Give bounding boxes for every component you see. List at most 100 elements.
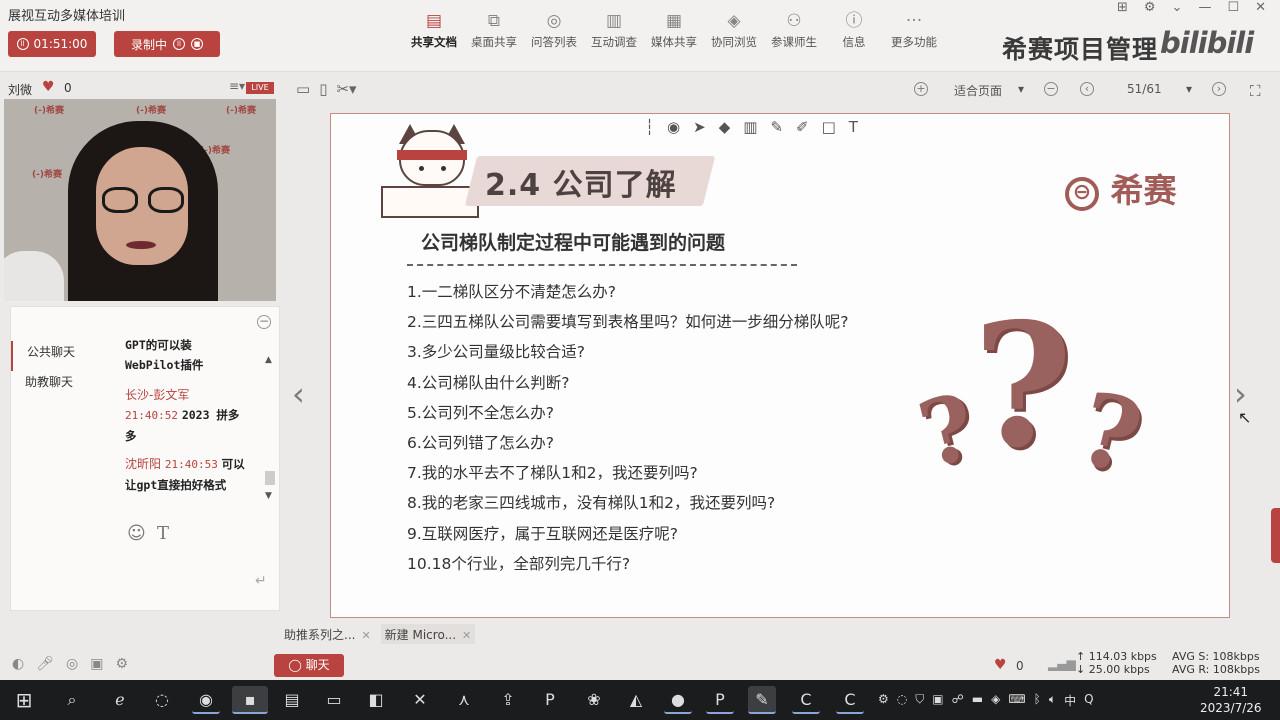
cloud-app-icon[interactable]: ❀	[580, 686, 608, 714]
tool-share-doc[interactable]: ▤ 共享文档	[404, 8, 464, 50]
menu-icon[interactable]: ≡▾	[229, 79, 245, 93]
bluetooth-icon[interactable]: ᛒ	[1034, 692, 1041, 709]
recording-button[interactable]: 录制中 ll ■	[114, 31, 220, 57]
upload-app-icon[interactable]: ⇪	[494, 686, 522, 714]
tool-poll[interactable]: ▥ 互动调查	[584, 8, 644, 50]
network-icon[interactable]: ☍	[952, 692, 964, 709]
tab-public-chat[interactable]: 公共聊天	[11, 341, 111, 371]
file-tabs: 助推系列之... ✕ 新建 Micro... ✕	[280, 624, 481, 644]
pin-icon[interactable]: ⌄	[1172, 0, 1183, 15]
fit-page-select[interactable]: 适合页面	[954, 82, 1002, 99]
search-icon[interactable]: ⌕	[58, 686, 86, 714]
timer-button[interactable]: ll 01:51:00	[8, 31, 96, 57]
maximize-icon[interactable]: ☐	[1227, 0, 1239, 15]
scroll-down-icon[interactable]: ▼	[265, 491, 272, 501]
windows-start-icon[interactable]: ⊞	[10, 686, 38, 714]
file-tab-active[interactable]: 新建 Micro... ✕	[380, 624, 476, 644]
page-dropdown-icon[interactable]: ▾	[1186, 82, 1192, 96]
tool-more[interactable]: ··· 更多功能	[884, 8, 944, 50]
tool-info[interactable]: ⓘ 信息	[824, 8, 884, 50]
pause-record-icon[interactable]: ll	[173, 38, 185, 50]
bandwidth-stats: ↑ 114.03 kbps ↓ 25.00 kbps	[1076, 650, 1157, 676]
clear-icon[interactable]: ▥	[743, 118, 757, 136]
folder-icon[interactable]: ▭	[296, 80, 310, 98]
powerpoint-icon[interactable]: P	[706, 686, 734, 714]
scissors-icon[interactable]: ✂▾	[336, 80, 356, 98]
keyboard-icon[interactable]: ⌨	[1008, 692, 1025, 709]
ie-browser-icon[interactable]: ℯ	[106, 686, 134, 714]
stop-record-icon[interactable]: ■	[191, 38, 203, 50]
highlighter-icon[interactable]: ✐	[796, 118, 809, 136]
chat-button[interactable]: ◯ 聊天	[274, 654, 344, 677]
heart-icon[interactable]: ♥	[42, 79, 55, 95]
record-app-icon[interactable]: ●	[664, 686, 692, 714]
tray-icon[interactable]: ⚙	[878, 692, 889, 709]
volume-icon[interactable]: 🔈︎	[1049, 692, 1056, 709]
folder-app-icon[interactable]: ▭	[320, 686, 348, 714]
text-tool-icon[interactable]: T	[849, 118, 858, 136]
record-icon[interactable]: ◉	[667, 118, 680, 136]
doc-app-icon[interactable]: ◧	[362, 686, 390, 714]
tool-media-share[interactable]: ▦ 媒体共享	[644, 8, 704, 50]
app-circle-icon[interactable]: ◉	[192, 686, 220, 714]
tool-qa-list[interactable]: ◎ 问答列表	[524, 8, 584, 50]
next-page-icon[interactable]: ›	[1212, 82, 1226, 96]
speaker-icon[interactable]: ◐	[12, 656, 24, 672]
send-icon[interactable]: ↵	[255, 573, 267, 589]
tab-assistant-chat[interactable]: 助教聊天	[11, 371, 111, 401]
tray-app-icon[interactable]: ◈	[991, 692, 1000, 709]
paint-app-icon[interactable]: ✎	[748, 686, 776, 714]
zoom-out-icon[interactable]: −	[1044, 82, 1058, 96]
chat-app-icon[interactable]: ◌	[148, 686, 176, 714]
gear-icon[interactable]: ⚙	[115, 656, 128, 672]
pdf-icon[interactable]: ⋏	[450, 686, 478, 714]
p-app-icon[interactable]: P	[536, 686, 564, 714]
side-panel-handle[interactable]	[1271, 508, 1280, 563]
prev-page-icon[interactable]: ‹	[1080, 82, 1094, 96]
layout-icon[interactable]: ⊞	[1117, 0, 1128, 15]
file-icon[interactable]: ▯	[319, 80, 327, 98]
tool-participants[interactable]: ⚇ 参课师生	[764, 8, 824, 50]
heart-icon[interactable]: ♥	[994, 657, 1007, 673]
windows-taskbar: ⊞ ⌕ ℯ ◌ ◉ ▪ ▤ ▭ ◧ ✕ ⋏ ⇪ P ❀ ◭ ● P ✎ C C …	[0, 680, 1280, 720]
presenter-shoulder	[4, 251, 64, 301]
battery-icon[interactable]: ▬	[972, 692, 983, 709]
eraser-icon[interactable]: ◆	[719, 118, 731, 136]
video-settings-icon[interactable]: ▣	[90, 656, 103, 672]
fullscreen-icon[interactable]: ⛶	[1250, 82, 1261, 100]
chevron-down-icon[interactable]: ▾	[1018, 82, 1024, 96]
notes-icon[interactable]: ▤	[278, 686, 306, 714]
active-app-icon[interactable]: ▪	[232, 686, 268, 714]
tool-desktop-share[interactable]: ⧉ 桌面共享	[464, 8, 524, 50]
pen-icon[interactable]: ✎	[770, 118, 783, 136]
close-icon[interactable]: ✕	[1255, 0, 1266, 15]
microphone-icon[interactable]: 🎤︎	[36, 656, 54, 672]
rectangle-icon[interactable]: □	[822, 118, 836, 136]
zoom-in-icon[interactable]: +	[914, 82, 928, 96]
q-app-icon[interactable]: Q	[1084, 692, 1093, 709]
close-tab-icon[interactable]: ✕	[361, 629, 370, 642]
c-app-icon[interactable]: C	[792, 686, 820, 714]
ime-indicator[interactable]: 中	[1064, 692, 1076, 709]
camera-icon[interactable]: ◎	[66, 656, 78, 672]
nvidia-icon[interactable]: ◭	[622, 686, 650, 714]
collapse-icon[interactable]: −	[257, 315, 271, 329]
shield-icon[interactable]: ⛉	[915, 692, 924, 709]
tray-chat-icon[interactable]: ◌	[897, 692, 907, 709]
system-clock[interactable]: 21:41 2023/7/26	[1200, 684, 1262, 716]
scroll-up-icon[interactable]: ▲	[265, 355, 272, 365]
c-app-icon-2[interactable]: C	[836, 686, 864, 714]
x-app-icon[interactable]: ✕	[406, 686, 434, 714]
live-badge: LIVE	[246, 82, 274, 94]
scrollbar-thumb[interactable]	[265, 471, 275, 485]
prev-slide-arrow[interactable]: ‹	[292, 375, 305, 413]
minimize-icon[interactable]: —	[1198, 0, 1211, 15]
tool-co-browse[interactable]: ◈ 协同浏览	[704, 8, 764, 50]
emoji-icon[interactable]: ☺	[127, 523, 146, 544]
file-tab[interactable]: 助推系列之... ✕	[280, 624, 375, 644]
text-format-icon[interactable]: T	[157, 523, 169, 544]
close-tab-icon[interactable]: ✕	[462, 629, 471, 642]
pointer-icon[interactable]: ➤	[693, 118, 706, 136]
settings-icon[interactable]: ⚙	[1144, 0, 1156, 15]
tray-app-icon[interactable]: ▣	[932, 692, 943, 709]
